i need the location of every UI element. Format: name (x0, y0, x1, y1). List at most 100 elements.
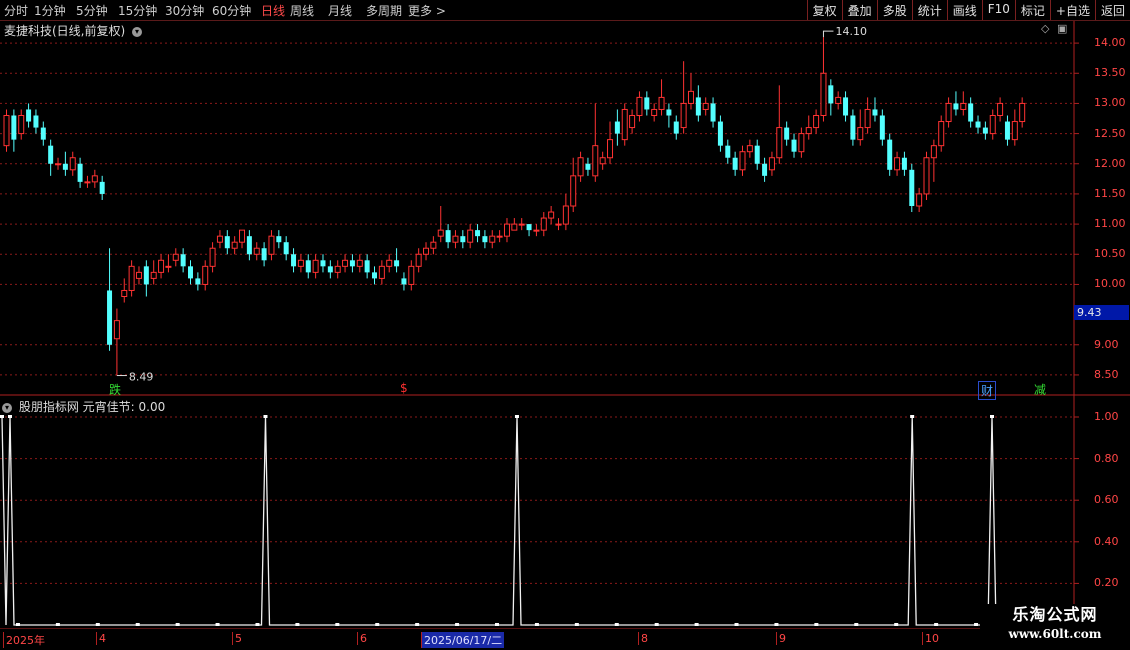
candle[interactable] (857, 109, 864, 146)
period-tab[interactable]: 15分钟 (118, 2, 157, 19)
candle[interactable] (644, 91, 650, 116)
candle[interactable] (467, 224, 474, 249)
candle[interactable] (776, 85, 783, 164)
toolbar-button[interactable]: 统计 (911, 0, 947, 20)
candle[interactable] (276, 230, 282, 249)
candle[interactable] (930, 139, 937, 182)
candle[interactable] (909, 163, 915, 213)
candle[interactable] (209, 242, 216, 273)
candle[interactable] (312, 254, 319, 279)
toolbar-button[interactable]: 返回 (1094, 0, 1130, 20)
period-tab[interactable]: 日线 (261, 2, 285, 19)
diamond-icon[interactable]: ◇ (1041, 22, 1049, 35)
candle[interactable] (408, 260, 415, 291)
candle[interactable] (113, 308, 120, 376)
candle[interactable] (40, 121, 46, 146)
chevron-down-icon[interactable]: ▾ (132, 26, 143, 37)
period-tab[interactable]: 月线 (328, 2, 352, 19)
candle[interactable] (202, 260, 209, 291)
candle[interactable] (128, 260, 135, 297)
candle[interactable] (953, 91, 959, 116)
candle[interactable] (261, 242, 267, 267)
candle[interactable] (356, 254, 363, 273)
candle[interactable] (91, 169, 98, 188)
candle[interactable] (231, 236, 238, 255)
candle[interactable] (172, 248, 179, 267)
candle[interactable] (69, 151, 76, 176)
candle[interactable] (621, 103, 628, 146)
period-tab[interactable]: 5分钟 (76, 2, 108, 19)
candle[interactable] (938, 115, 945, 152)
candle[interactable] (342, 254, 349, 273)
candle[interactable] (224, 230, 230, 255)
candle[interactable] (813, 109, 820, 134)
period-tab[interactable]: 分时 (4, 2, 28, 19)
candle[interactable] (577, 151, 584, 182)
candle[interactable] (702, 97, 709, 116)
candle[interactable] (548, 206, 555, 225)
candle[interactable] (651, 103, 658, 122)
period-tab[interactable]: 更多 > (408, 2, 446, 19)
candle[interactable] (658, 79, 665, 116)
candle[interactable] (107, 248, 113, 351)
candle[interactable] (894, 151, 901, 176)
candle[interactable] (754, 139, 760, 170)
candle[interactable] (526, 224, 532, 237)
window-icon[interactable]: ▣ (1057, 22, 1067, 35)
candle[interactable] (555, 218, 562, 231)
candle[interactable] (1019, 97, 1026, 128)
candle[interactable] (1011, 109, 1018, 146)
candle[interactable] (239, 229, 246, 249)
candle[interactable] (165, 254, 172, 273)
candle[interactable] (423, 242, 430, 261)
toolbar-button[interactable]: 标记 (1014, 0, 1050, 20)
candle[interactable] (784, 121, 790, 146)
candle[interactable] (401, 272, 407, 291)
candle[interactable] (540, 212, 547, 237)
candle[interactable] (960, 91, 967, 116)
candle[interactable] (475, 224, 481, 243)
candle[interactable] (592, 103, 599, 182)
toolbar-button[interactable]: 复权 (806, 0, 842, 20)
candle[interactable] (246, 230, 252, 261)
candle[interactable] (798, 127, 805, 158)
candle[interactable] (305, 254, 311, 279)
candle[interactable] (283, 236, 289, 261)
candle[interactable] (135, 266, 142, 285)
candle[interactable] (732, 151, 738, 176)
toolbar-button[interactable]: 多股 (876, 0, 912, 20)
candle[interactable] (835, 91, 842, 110)
candle[interactable] (975, 115, 981, 134)
candle[interactable] (460, 230, 466, 249)
candle[interactable] (1004, 115, 1010, 146)
candle[interactable] (762, 157, 768, 182)
tag-dividend[interactable]: $ (398, 381, 410, 395)
candle[interactable] (121, 278, 128, 303)
candle[interactable] (828, 79, 834, 116)
period-tab[interactable]: 周线 (290, 2, 314, 19)
candle[interactable] (739, 145, 746, 176)
candle[interactable] (945, 97, 952, 128)
candle[interactable] (291, 248, 297, 273)
candle[interactable] (585, 157, 591, 176)
candle[interactable] (687, 73, 694, 110)
tag-reduce[interactable]: 减 (1032, 381, 1048, 398)
candle[interactable] (710, 97, 716, 128)
candle[interactable] (394, 248, 400, 273)
candle[interactable] (77, 157, 83, 188)
candle[interactable] (430, 236, 437, 255)
candle[interactable] (997, 97, 1004, 122)
candlestick-chart[interactable]: 14.10 8.49 (0, 21, 1130, 397)
candle[interactable] (445, 224, 451, 249)
candle[interactable] (887, 133, 893, 176)
candle[interactable] (150, 260, 157, 285)
indicator-chart[interactable] (0, 397, 1130, 629)
candle[interactable] (386, 254, 393, 273)
toolbar-button[interactable]: 画线 (946, 0, 982, 20)
candle[interactable] (843, 91, 849, 122)
candle[interactable] (372, 266, 377, 285)
candle[interactable] (180, 248, 186, 273)
candle[interactable] (415, 248, 422, 273)
candle[interactable] (872, 97, 878, 122)
candle[interactable] (11, 109, 17, 152)
